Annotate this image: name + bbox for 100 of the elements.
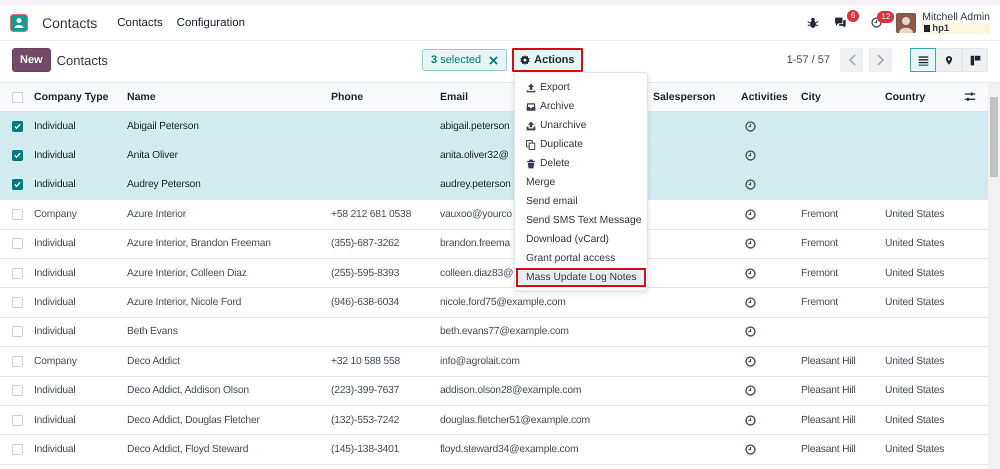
menu-item[interactable]: Unarchive <box>516 116 646 135</box>
table-cell: addison.olson28@example.com <box>440 385 582 396</box>
clock-icon <box>745 238 756 250</box>
table-row[interactable]: Individual Deco Addict, Addison Olson (223)-399-7637 addison.olson28@example.com Pleasant Hill United States <box>0 376 988 406</box>
table-cell: beth.evans77@example.com <box>440 326 569 338</box>
new-button[interactable]: New <box>12 48 51 72</box>
user-name[interactable]: Mitchell Admin <box>922 12 990 22</box>
user-avatar-icon[interactable] <box>896 12 916 32</box>
menu-item[interactable]: Delete <box>516 154 646 173</box>
table-cell: (355)-687-3262 <box>331 238 400 250</box>
upload-icon <box>526 120 536 130</box>
menu-item[interactable]: Merge <box>516 173 646 192</box>
column-header[interactable]: Salesperson <box>653 91 716 103</box>
table-cell: Deco Addict, Douglas Fletcher <box>127 414 260 426</box>
table-cell: (145)-138-3401 <box>331 444 400 455</box>
app-name[interactable]: Contacts <box>42 14 98 30</box>
row-checkbox[interactable] <box>12 179 23 190</box>
select-all-checkbox[interactable] <box>12 92 23 102</box>
table-cell: Fremont <box>801 268 838 279</box>
table-cell: Azure Interior, Colleen Diaz <box>127 268 247 279</box>
clock-icon <box>745 120 756 132</box>
pager-text: 1-57 / 57 <box>786 54 830 66</box>
scrollbar[interactable] <box>988 83 1000 469</box>
close-icon[interactable] <box>489 56 498 64</box>
table-cell: Individual <box>34 385 76 396</box>
table-cell: Deco Addict, Floyd Steward <box>127 444 248 455</box>
table-cell: anita.oliver32@ <box>440 150 509 162</box>
table-cell: +58 212 681 0538 <box>331 208 412 220</box>
menu-item[interactable]: Send SMS Text Message <box>516 211 646 230</box>
gear-icon <box>520 55 530 65</box>
clock-icon <box>745 297 756 308</box>
table-cell: Company <box>34 208 77 220</box>
clock-icon <box>871 17 882 28</box>
table-cell: (132)-553-7242 <box>331 414 400 426</box>
table-cell: +32 10 588 558 <box>331 356 400 367</box>
chevron-right-icon <box>876 54 884 66</box>
menu-item[interactable]: Mass Update Log Notes <box>516 268 646 287</box>
table-cell: Pleasant Hill <box>801 414 856 426</box>
message-count-badge: 6 <box>846 10 860 22</box>
contacts-app-icon <box>10 14 28 32</box>
table-cell: United States <box>885 414 944 426</box>
previous-page-button[interactable] <box>840 48 863 72</box>
column-header[interactable]: City <box>801 91 821 103</box>
kanban-icon <box>970 54 980 66</box>
selection-count-text: 3 selected <box>431 54 482 66</box>
table-cell: Fremont <box>801 208 838 220</box>
next-page-button[interactable] <box>869 48 892 72</box>
nav-menu-item[interactable]: Contacts <box>117 16 163 28</box>
column-header[interactable]: Phone <box>331 91 364 103</box>
table-cell: United States <box>885 444 944 455</box>
menu-item[interactable]: Download (vCard) <box>516 230 646 249</box>
table-cell: Individual <box>34 297 76 308</box>
row-checkbox[interactable] <box>12 120 23 132</box>
company-label: hp1 <box>922 22 990 34</box>
table-cell: Audrey Peterson <box>127 179 201 190</box>
table-cell: Individual <box>34 268 76 279</box>
table-cell: United States <box>885 268 944 279</box>
column-header[interactable]: Country <box>885 91 926 103</box>
column-header[interactable]: Activities <box>741 91 788 103</box>
table-cell: Fremont <box>801 238 838 250</box>
table-cell: Individual <box>34 120 76 132</box>
table-cell: Individual <box>34 238 76 250</box>
clock-icon <box>745 326 756 338</box>
row-checkbox[interactable] <box>12 150 23 162</box>
table-cell: United States <box>885 385 944 396</box>
table-cell: (255)-595-8393 <box>331 268 400 279</box>
clock-icon <box>745 268 756 279</box>
table-cell: Azure Interior, Nicole Ford <box>127 297 242 308</box>
table-cell: Beth Evans <box>127 326 178 338</box>
table-cell: nicole.ford75@example.com <box>440 297 566 308</box>
menu-item[interactable]: Export <box>516 78 646 97</box>
table-cell: brandon.freema <box>440 238 510 250</box>
table-cell: (223)-399-7637 <box>331 385 400 396</box>
column-header[interactable]: Company Type <box>34 91 108 103</box>
list-icon <box>918 54 928 66</box>
sliders-icon <box>964 91 976 103</box>
table-cell: Individual <box>34 414 76 426</box>
table-row[interactable]: Individual Beth Evans beth.evans77@example.com <box>0 318 988 348</box>
column-header[interactable]: Name <box>127 91 156 103</box>
table-cell: Pleasant Hill <box>801 385 856 396</box>
table-cell: info@agrolait.com <box>440 356 520 367</box>
view-switch-button[interactable] <box>910 48 936 72</box>
table-cell: Individual <box>34 179 76 190</box>
copy-icon <box>526 140 536 150</box>
table-cell: Deco Addict, Addison Olson <box>127 385 249 396</box>
table-cell: United States <box>885 208 944 220</box>
table-cell: abigail.peterson <box>440 120 510 132</box>
database-icon <box>924 24 930 32</box>
nav-menu-item[interactable]: Configuration <box>176 16 246 28</box>
clock-icon <box>745 208 756 220</box>
column-header[interactable]: Email <box>440 91 468 103</box>
map-pin-icon <box>944 54 954 66</box>
table-cell: United States <box>885 238 944 250</box>
table-cell: Pleasant Hill <box>801 444 856 455</box>
bug-icon <box>807 16 820 28</box>
table-cell: audrey.peterson <box>440 179 511 190</box>
chevron-left-icon <box>848 54 856 66</box>
actions-button[interactable]: Actions <box>512 48 583 72</box>
table-cell: floyd.steward34@example.com <box>440 444 578 455</box>
inbox-icon <box>526 102 536 112</box>
